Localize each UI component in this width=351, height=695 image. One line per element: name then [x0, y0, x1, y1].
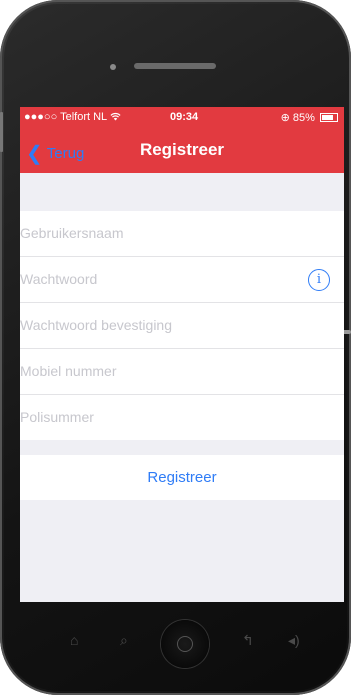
mobile-number-input[interactable]: [20, 349, 300, 393]
wifi-icon: [110, 111, 121, 123]
app-screen: ●●●○○ Telfort NL 09:34 ⊕ 85% ❮ Terug Reg…: [20, 107, 344, 602]
speaker-grille: [134, 63, 216, 69]
registration-form: i: [20, 211, 344, 440]
navigation-bar: ❮ Terug Registreer: [20, 129, 344, 173]
password-row: i: [20, 257, 344, 303]
policy-row: [20, 395, 344, 440]
volume-icon: ◂): [288, 632, 300, 648]
username-input[interactable]: [20, 211, 300, 255]
page-title: Registreer: [139, 140, 225, 159]
mobile-row: [20, 349, 344, 395]
home-button[interactable]: [161, 620, 209, 668]
phone-bottom-bar: ⌂ ⌕ ↰ ◂): [0, 602, 351, 695]
info-icon[interactable]: i: [308, 269, 330, 291]
register-button[interactable]: Registreer: [20, 455, 344, 500]
lock-rotation-icon: ⊕: [280, 112, 290, 124]
home-icon: ⌂: [70, 632, 79, 648]
phone-frame: ●●●○○ Telfort NL 09:34 ⊕ 85% ❮ Terug Reg…: [0, 0, 351, 695]
carrier-label: ●●●○○ Telfort NL: [24, 111, 121, 123]
search-icon: ⌕: [120, 632, 128, 648]
camera-icon: [110, 64, 116, 70]
username-row: [20, 211, 344, 257]
status-time: 09:34: [170, 111, 199, 123]
battery-icon: [320, 113, 338, 122]
battery-status: ⊕ 85%: [281, 111, 338, 124]
password-confirm-row: [20, 303, 344, 349]
password-confirm-input[interactable]: [20, 303, 300, 347]
carrier-text: ●●●○○ Telfort NL: [24, 111, 107, 123]
back-arrow-icon: ↰: [242, 632, 254, 648]
status-bar: ●●●○○ Telfort NL 09:34 ⊕ 85%: [20, 107, 344, 129]
side-button: [0, 112, 3, 152]
battery-percent: 85%: [292, 112, 315, 124]
policy-number-input[interactable]: [20, 395, 300, 439]
password-input[interactable]: [20, 257, 300, 301]
submit-section: Registreer: [20, 455, 344, 500]
